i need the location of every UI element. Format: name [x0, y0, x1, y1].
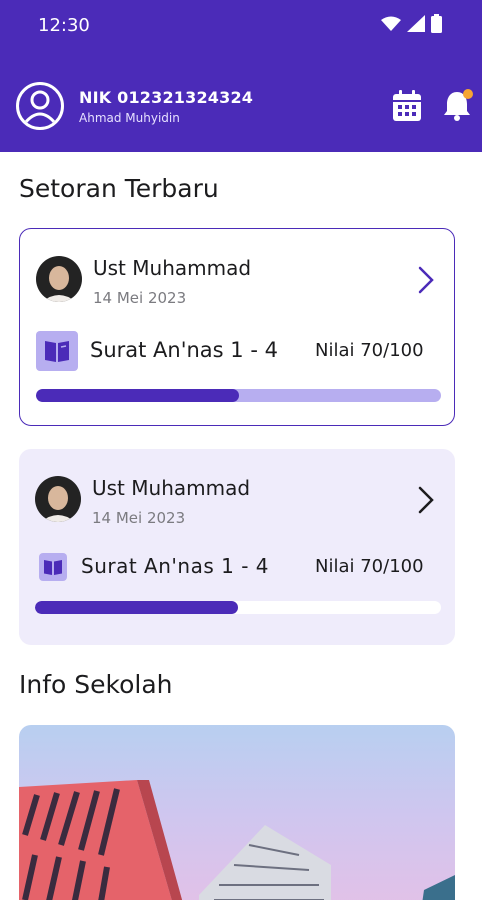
status-icons — [381, 14, 442, 37]
book-icon — [39, 553, 67, 581]
teacher-name: Ust Muhammad — [93, 256, 252, 280]
setoran-date: 14 Mei 2023 — [93, 289, 187, 307]
user-nik: NIK 012321324324 — [79, 87, 254, 107]
surah-label: Surat An'nas 1 - 4 — [81, 554, 269, 578]
signal-icon — [407, 15, 425, 36]
nilai-label: Nilai 70/100 — [315, 556, 424, 577]
user-name: Ahmad Muhyidin — [79, 110, 180, 125]
user-profile[interactable]: NIK 012321324324 Ahmad Muhyidin — [16, 82, 253, 130]
avatar-icon[interactable] — [16, 82, 64, 130]
school-info-banner[interactable] — [19, 725, 455, 900]
setoran-card[interactable]: Ust Muhammad 14 Mei 2023 Surat An'nas 1 … — [19, 228, 455, 426]
progress-fill — [36, 389, 239, 402]
book-icon — [36, 331, 78, 371]
building-image — [19, 780, 455, 900]
surah-label: Surat An'nas 1 - 4 — [90, 338, 278, 362]
app-header: 12:30 NIK 012321324324 Ahmad Muhyidin — [0, 0, 482, 152]
profile-text: NIK 012321324324 Ahmad Muhyidin — [79, 88, 253, 125]
setoran-title: Setoran Terbaru — [19, 174, 219, 203]
chevron-right-icon[interactable] — [418, 266, 434, 294]
progress-fill — [35, 601, 238, 614]
info-title: Info Sekolah — [19, 670, 173, 699]
setoran-date: 14 Mei 2023 — [92, 509, 186, 527]
progress-track — [36, 389, 441, 402]
teacher-name: Ust Muhammad — [92, 476, 251, 500]
status-time: 12:30 — [38, 15, 90, 36]
bell-icon[interactable] — [441, 88, 475, 122]
nilai-label: Nilai 70/100 — [315, 340, 424, 361]
battery-icon — [431, 14, 442, 37]
teacher-photo — [36, 256, 82, 302]
teacher-photo — [35, 476, 81, 522]
calendar-icon[interactable] — [392, 90, 422, 122]
notification-dot — [463, 89, 473, 99]
progress-track — [35, 601, 441, 614]
wifi-icon — [381, 16, 401, 36]
chevron-right-icon[interactable] — [418, 486, 434, 514]
setoran-card[interactable]: Ust Muhammad 14 Mei 2023 Surat An'nas 1 … — [19, 449, 455, 645]
status-bar: 12:30 — [0, 0, 482, 52]
